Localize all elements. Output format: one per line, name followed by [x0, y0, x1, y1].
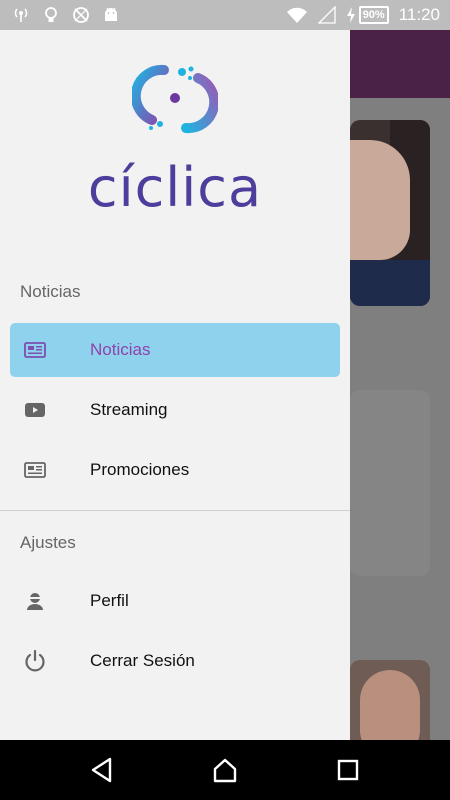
status-bar-right: 90% 11:20 [286, 5, 450, 25]
menu-item-label: Cerrar Sesión [90, 651, 195, 670]
user-icon [23, 589, 47, 613]
signal-icon [317, 6, 336, 24]
home-icon [213, 758, 237, 783]
news-card-image[interactable] [350, 120, 430, 306]
menu-item-label: Promociones [90, 460, 190, 479]
menu-item-streaming[interactable]: Streaming [10, 383, 340, 437]
brand-name: cíclica [87, 156, 263, 219]
lightbulb-icon [45, 7, 57, 22]
section-label-settings: Ajustes [20, 533, 76, 552]
no-sync-icon [73, 7, 89, 23]
menu-item-perfil[interactable]: Perfil [10, 574, 340, 628]
menu-item-noticias[interactable]: Noticias [10, 323, 340, 377]
back-icon [91, 757, 111, 783]
newspaper-icon [23, 338, 47, 362]
newspaper-icon [23, 458, 47, 482]
power-icon [23, 649, 47, 673]
charging-icon [346, 7, 355, 23]
menu-item-label: Noticias [90, 340, 151, 359]
system-nav-bar [0, 740, 450, 800]
recents-button[interactable] [323, 745, 373, 795]
status-bar-left [0, 6, 120, 24]
wifi-icon [286, 7, 307, 23]
brand-header: cíclica [0, 30, 350, 240]
section-label-news: Noticias [20, 282, 81, 301]
menu-item-promociones[interactable]: Promociones [10, 443, 340, 497]
battery: 90% [346, 6, 389, 24]
status-bar: 90% 11:20 [0, 0, 450, 30]
menu-item-label: Streaming [90, 400, 168, 419]
menu-item-cerrar-sesion[interactable]: Cerrar Sesión [10, 634, 340, 688]
logo-icon [132, 64, 218, 134]
clock: 11:20 [398, 5, 440, 24]
app-toolbar [350, 30, 450, 98]
back-button[interactable] [77, 745, 127, 795]
wireless-icon [14, 8, 28, 22]
background-app-content[interactable] [350, 30, 450, 740]
news-card-image[interactable] [350, 660, 430, 740]
navigation-drawer: cíclica Noticias Noticias Streaming Prom… [0, 30, 350, 740]
android-icon [105, 7, 117, 21]
news-card-image[interactable] [350, 390, 430, 576]
home-button[interactable] [200, 745, 250, 795]
menu-item-label: Perfil [90, 591, 129, 610]
divider [0, 510, 350, 511]
play-icon [23, 398, 47, 422]
recents-icon [338, 759, 359, 781]
battery-percent: 90% [358, 6, 389, 24]
